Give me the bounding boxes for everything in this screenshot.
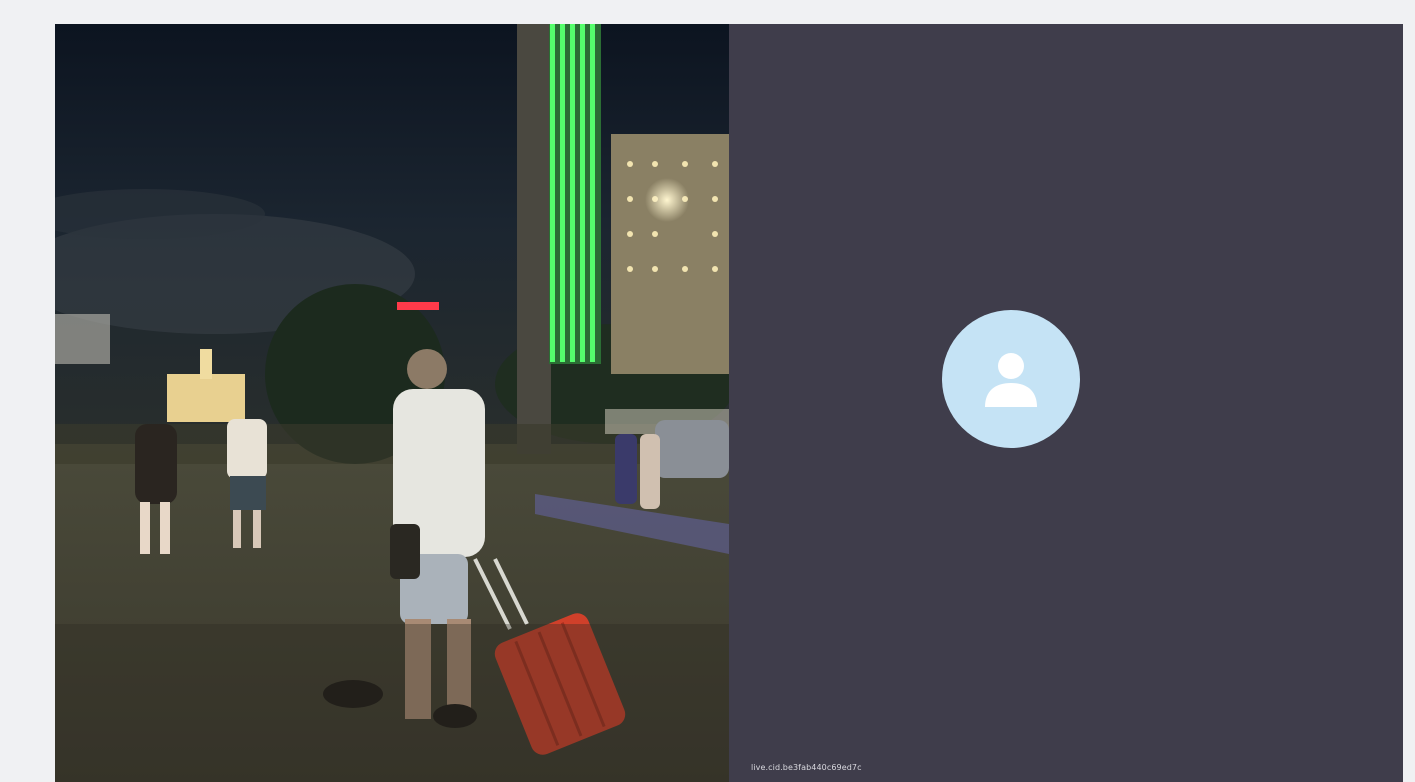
participant-id-label: live.cid.be3fab440c69ed7c [751,763,862,772]
avatar [942,310,1080,448]
video-call-grid: live.cid.be3fab440c69ed7c [55,24,1403,782]
person-icon [985,353,1037,407]
video-feed [55,24,729,782]
remote-video-tile[interactable] [55,24,729,782]
